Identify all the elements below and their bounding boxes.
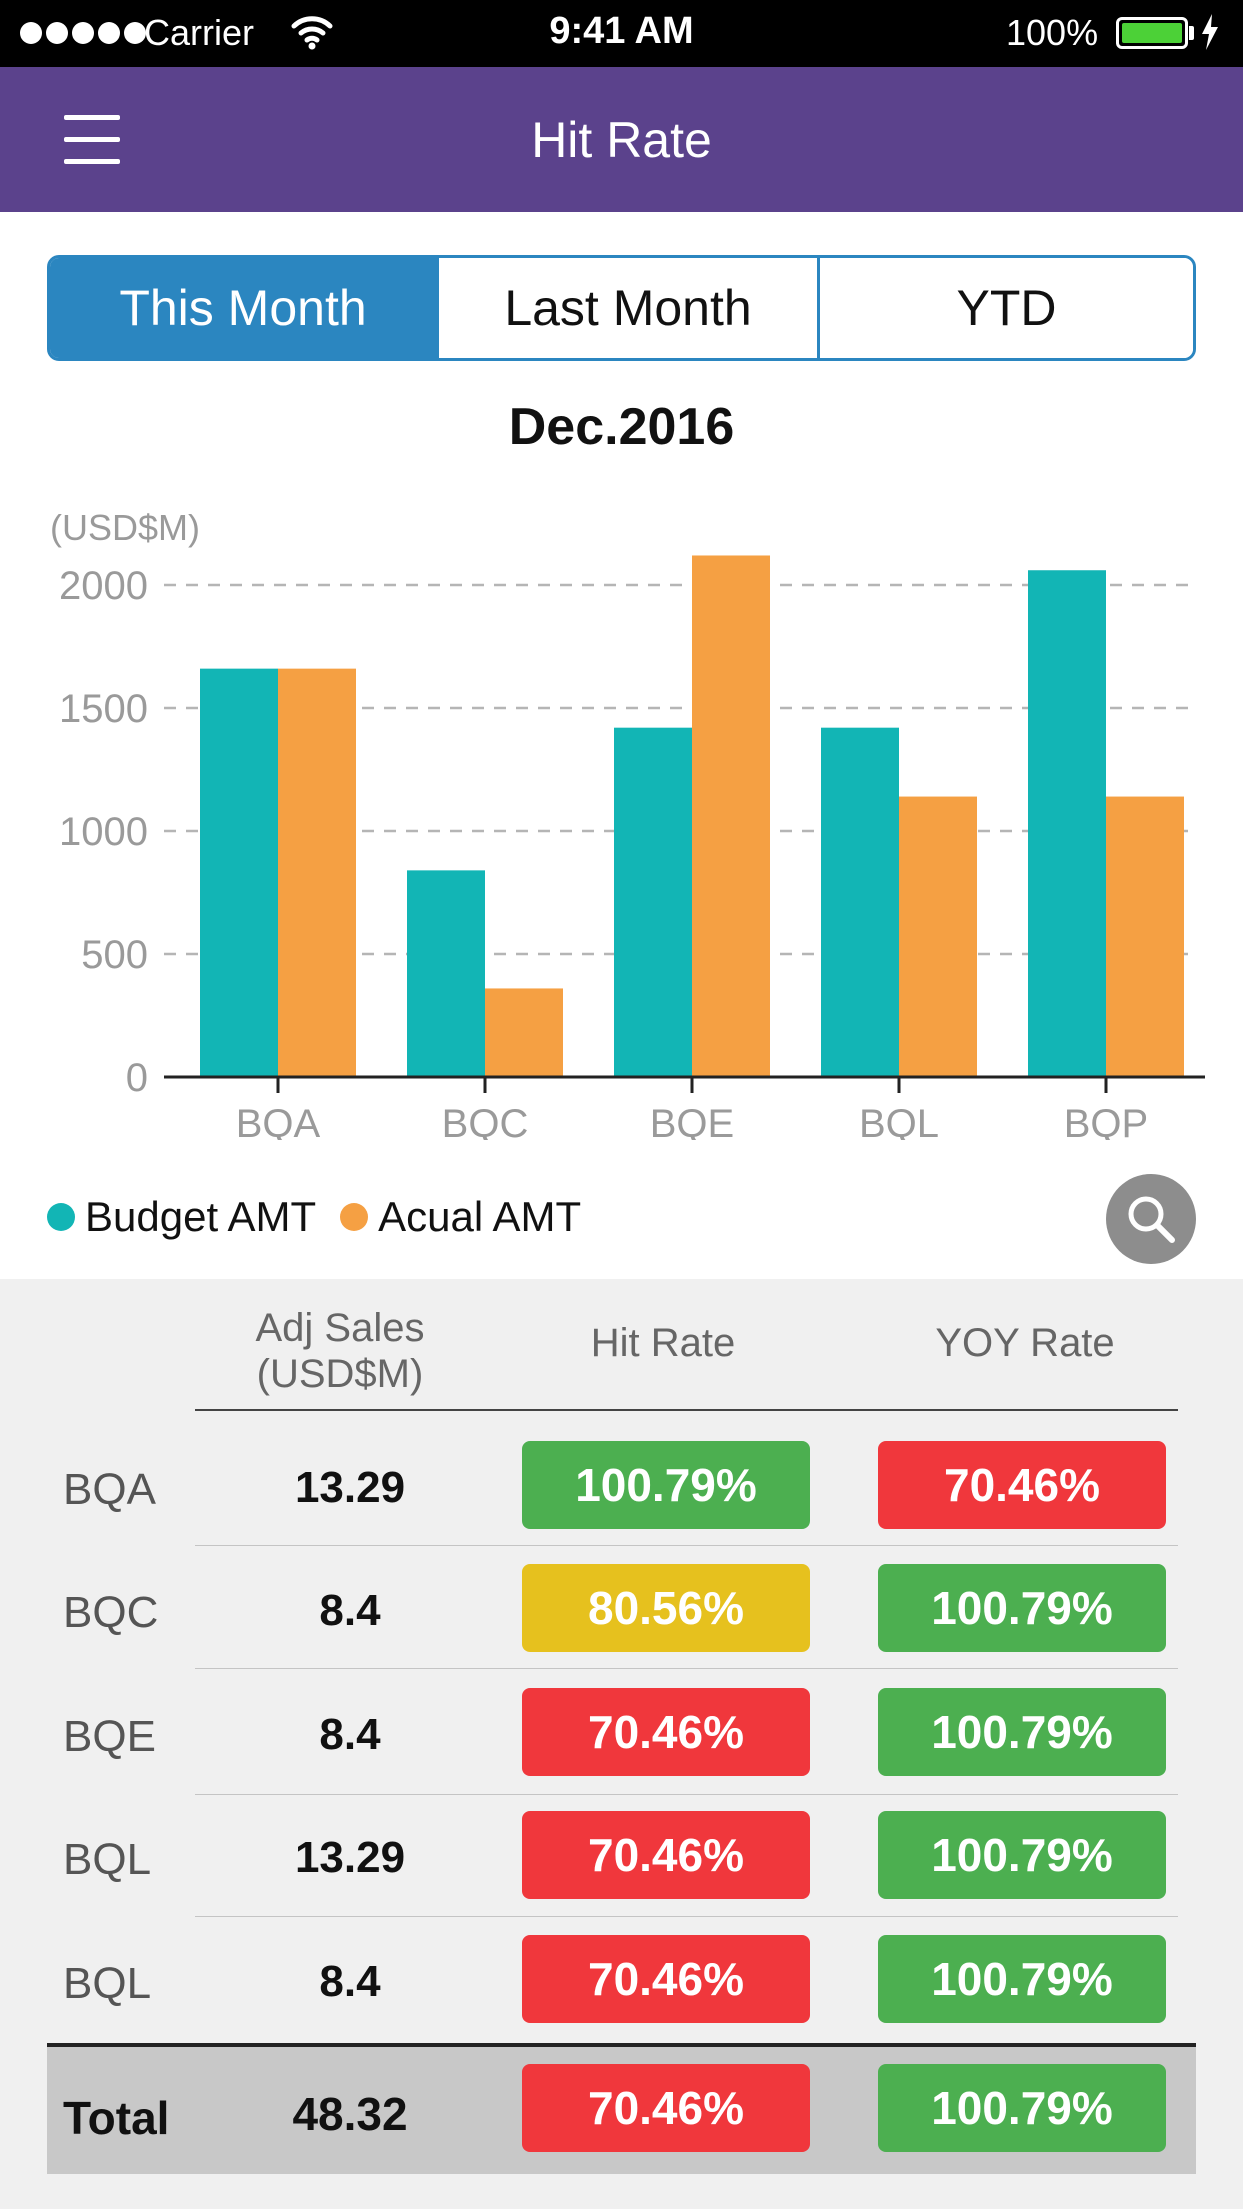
- bar-budget: [200, 668, 278, 1077]
- legend-swatch-actual: [340, 1203, 369, 1231]
- column-header-yoy-rate: YOY Rate: [935, 1321, 1115, 1365]
- column-header-adj-sales-line1: Adj Sales: [255, 1306, 425, 1350]
- period-segmented-control: This Month Last Month YTD: [47, 255, 1196, 361]
- hit-rate-badge: 70.46%: [522, 1935, 810, 2023]
- row-adj-sales: 13.29: [294, 1463, 406, 1512]
- column-header-adj-sales-unit: (USD$M): [256, 1352, 424, 1396]
- legend-swatch-budget: [47, 1203, 75, 1231]
- bar-budget: [821, 727, 899, 1077]
- table-row[interactable]: BQE 8.4 70.46% 100.79%: [0, 1672, 1243, 1796]
- row-name: BQA: [63, 1465, 156, 1514]
- legend-item-actual: Acual AMT: [340, 1193, 581, 1241]
- total-yoy-rate-badge: 100.79%: [878, 2064, 1166, 2152]
- y-tick-label: 0: [126, 1056, 148, 1100]
- search-button[interactable]: [1106, 1174, 1196, 1264]
- nav-bar: Hit Rate: [0, 67, 1243, 212]
- battery-icon: [1116, 17, 1188, 49]
- yoy-rate-badge: 100.79%: [878, 1935, 1166, 2023]
- table-row[interactable]: BQL 13.29 70.46% 100.79%: [0, 1795, 1243, 1919]
- bar-budget: [614, 727, 692, 1077]
- row-divider: [195, 1916, 1178, 1917]
- bar-actual: [278, 668, 356, 1077]
- hit-rate-bar-chart: (USD$M) 0 500 1000 1500 2000 BQA BQC BQE BQL BQP: [50, 507, 1205, 1140]
- row-divider: [195, 1545, 1178, 1546]
- y-axis-unit-label: (USD$M): [50, 507, 200, 548]
- chart-period-label: Dec.2016: [508, 398, 735, 456]
- row-name: BQE: [63, 1712, 156, 1761]
- legend-label-actual: Acual AMT: [378, 1193, 582, 1240]
- table-row[interactable]: BQC 8.4 80.56% 100.79%: [0, 1548, 1243, 1672]
- yoy-rate-badge: 100.79%: [878, 1688, 1166, 1776]
- row-name: BQL: [63, 1835, 152, 1884]
- legend-item-budget: Budget AMT: [47, 1193, 316, 1241]
- column-header-adj-sales: Adj Sales (USD$M): [240, 1305, 440, 1397]
- yoy-rate-badge: 100.79%: [878, 1811, 1166, 1899]
- hit-rate-badge: 80.56%: [522, 1564, 810, 1652]
- legend-label-budget: Budget AMT: [85, 1193, 317, 1240]
- search-icon: [1128, 1196, 1175, 1243]
- status-bar: Carrier 9:41 AM 100%: [0, 0, 1243, 67]
- row-adj-sales: 8.4: [319, 1710, 381, 1759]
- total-hit-rate-badge: 70.46%: [522, 2064, 810, 2152]
- bar-budget: [407, 870, 485, 1077]
- row-divider: [195, 1668, 1178, 1669]
- x-tick-label: BQE: [650, 1102, 734, 1140]
- row-adj-sales: 13.29: [294, 1833, 406, 1882]
- column-header-hit-rate: Hit Rate: [590, 1321, 736, 1365]
- x-tick-label: BQP: [1064, 1102, 1148, 1140]
- chart-legend: Budget AMT Acual AMT: [47, 1193, 605, 1241]
- y-tick-label: 1000: [59, 810, 148, 854]
- table-row[interactable]: BQL 8.4 70.46% 100.79%: [0, 1919, 1243, 2043]
- bar-budget: [1028, 570, 1106, 1077]
- hit-rate-badge: 70.46%: [522, 1811, 810, 1899]
- battery-percentage: 100%: [1006, 12, 1099, 53]
- total-label: Total: [63, 2092, 170, 2144]
- tab-ytd[interactable]: YTD: [817, 258, 1193, 358]
- bar-actual: [1106, 796, 1184, 1077]
- row-adj-sales: 8.4: [319, 1586, 381, 1635]
- bar-actual: [899, 796, 977, 1077]
- total-row: Total 48.32 70.46% 100.79%: [47, 2047, 1196, 2174]
- table-row[interactable]: BQA 13.29 100.79% 70.46%: [0, 1425, 1243, 1549]
- yoy-rate-badge: 70.46%: [878, 1441, 1166, 1529]
- row-name: BQC: [63, 1588, 159, 1637]
- bar-actual: [692, 555, 770, 1077]
- bar-actual: [485, 988, 563, 1077]
- tab-last-month[interactable]: Last Month: [436, 258, 817, 358]
- y-tick-label: 500: [81, 933, 148, 977]
- hit-rate-badge: 100.79%: [522, 1441, 810, 1529]
- yoy-rate-badge: 100.79%: [878, 1564, 1166, 1652]
- y-tick-label: 2000: [59, 564, 148, 608]
- total-adj-sales: 48.32: [292, 2088, 408, 2140]
- header-divider: [195, 1409, 1178, 1411]
- y-tick-label: 1500: [59, 687, 148, 731]
- x-tick-label: BQC: [442, 1102, 529, 1140]
- tab-this-month[interactable]: This Month: [50, 258, 436, 358]
- hit-rate-badge: 70.46%: [522, 1688, 810, 1776]
- x-tick-label: BQL: [859, 1102, 939, 1140]
- page-title: Hit Rate: [531, 112, 712, 168]
- x-tick-label: BQA: [236, 1102, 321, 1140]
- row-name: BQL: [63, 1959, 152, 2008]
- charging-bolt-icon: [1202, 14, 1218, 50]
- row-adj-sales: 8.4: [319, 1957, 381, 2006]
